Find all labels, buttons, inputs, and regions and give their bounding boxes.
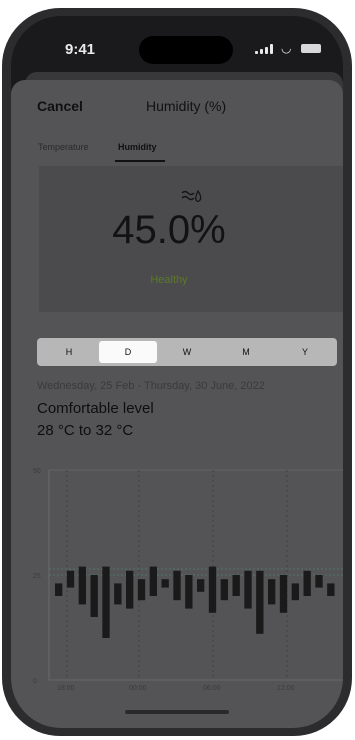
x-tick-label: 00:00 bbox=[129, 685, 147, 692]
cancel-button[interactable]: Cancel bbox=[37, 98, 83, 114]
period-hour-button[interactable]: H bbox=[40, 341, 98, 363]
chart-bar bbox=[327, 583, 335, 596]
home-indicator bbox=[125, 710, 229, 714]
tab-temperature[interactable]: Temperature bbox=[38, 142, 89, 152]
humidity-chart: 50 25 0 18:00 00:00 06:00 12:00 bbox=[33, 468, 343, 692]
chart-bar bbox=[208, 566, 217, 613]
chart-bar bbox=[279, 575, 288, 613]
chart-bar bbox=[137, 579, 146, 601]
period-selector: H D W M Y bbox=[37, 338, 337, 366]
chart-bar bbox=[126, 570, 134, 609]
period-month-button[interactable]: M bbox=[217, 341, 275, 363]
period-day-button[interactable]: D bbox=[99, 341, 157, 363]
x-tick-label: 18:00 bbox=[57, 685, 75, 692]
humidity-icon bbox=[181, 189, 202, 203]
page-title: Humidity (%) bbox=[146, 98, 227, 114]
humidity-status: Healthy bbox=[150, 274, 188, 286]
period-year-button[interactable]: Y bbox=[276, 341, 334, 363]
y-tick-label: 50 bbox=[33, 468, 41, 475]
dynamic-island bbox=[139, 36, 233, 64]
signal-icon bbox=[255, 44, 277, 54]
tab-humidity[interactable]: Humidity bbox=[118, 142, 157, 152]
chart-bar bbox=[232, 575, 240, 596]
chart-bar bbox=[173, 570, 181, 601]
y-tick-label: 0 bbox=[33, 678, 37, 685]
phone-screen: 9:41 ◡ Cancel Humidity (%) Temperature H… bbox=[11, 16, 343, 728]
chart-bar bbox=[315, 575, 323, 588]
battery-icon bbox=[301, 44, 321, 53]
chart-bar bbox=[161, 579, 169, 588]
status-bar: 9:41 ◡ bbox=[11, 16, 343, 72]
chart-bar bbox=[90, 575, 98, 617]
chart-bar bbox=[220, 579, 229, 601]
active-tab-indicator bbox=[115, 160, 165, 162]
tab-bar: Temperature Humidity bbox=[11, 134, 343, 164]
comfort-level-title: Comfortable level bbox=[37, 400, 154, 417]
status-time: 9:41 bbox=[65, 41, 96, 58]
comfort-level-value: 28 °C to 32 °C bbox=[37, 422, 134, 439]
date-range: Wednesday, 25 Feb - Thursday, 30 June, 2… bbox=[37, 380, 265, 392]
humidity-sheet: Cancel Humidity (%) Temperature Humidity… bbox=[11, 80, 343, 728]
wifi-icon: ◡ bbox=[281, 41, 292, 55]
chart-bar bbox=[244, 570, 252, 609]
chart-bar bbox=[291, 583, 300, 601]
chart-bar bbox=[185, 575, 193, 609]
humidity-value: 45.0% bbox=[112, 208, 226, 252]
chart-bar bbox=[78, 566, 87, 605]
chart-bar bbox=[149, 566, 158, 596]
chart-bar bbox=[197, 579, 205, 592]
chart-bar bbox=[66, 570, 75, 588]
y-tick-label: 25 bbox=[33, 573, 41, 580]
x-tick-label: 06:00 bbox=[203, 685, 221, 692]
humidity-summary-card: 45.0% Healthy bbox=[39, 166, 343, 312]
period-week-button[interactable]: W bbox=[158, 341, 216, 363]
x-tick-label: 12:00 bbox=[277, 685, 295, 692]
sheet-header: Cancel Humidity (%) bbox=[11, 80, 343, 132]
chart-bar bbox=[303, 570, 311, 596]
chart-bar bbox=[114, 583, 122, 605]
chart-bar bbox=[256, 570, 264, 634]
phone-frame: 9:41 ◡ Cancel Humidity (%) Temperature H… bbox=[2, 8, 352, 736]
chart-bar bbox=[102, 566, 110, 638]
chart-bar bbox=[55, 583, 63, 596]
chart-bar bbox=[268, 579, 276, 605]
